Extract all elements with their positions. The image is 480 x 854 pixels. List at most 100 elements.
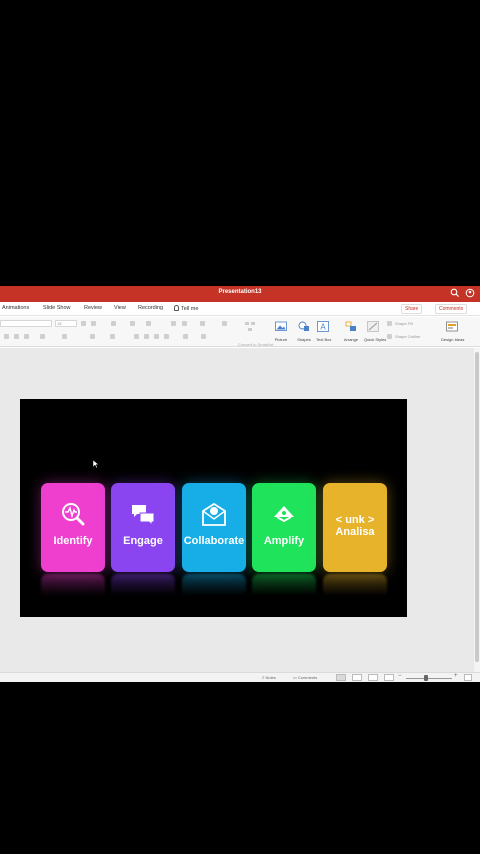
font-size-field[interactable]: 18 [55, 320, 77, 327]
comments-button[interactable]: Comments [435, 304, 468, 314]
notes-label: Notes [265, 675, 276, 680]
card-reflection [111, 574, 175, 596]
zoom-in-icon[interactable]: + [454, 673, 458, 679]
quick-styles-button[interactable]: Quick Styles [364, 319, 387, 343]
comments-label: Comments [439, 306, 464, 312]
tab-review[interactable]: Review [84, 305, 102, 311]
superscript-icon[interactable] [62, 334, 67, 339]
document-title: Presentation13 [218, 289, 262, 295]
status-bar: ≡ Notes ▭ Comments − + [0, 672, 480, 682]
underline-icon[interactable] [24, 334, 29, 339]
card-reflection [41, 574, 105, 596]
card-amplify[interactable]: Amplify [252, 483, 316, 572]
font-name-field[interactable] [0, 320, 52, 327]
shape-outline-label[interactable]: Shape Outline [395, 334, 420, 339]
decrease-font-icon[interactable] [91, 321, 96, 326]
mouse-cursor-icon [93, 460, 99, 468]
account-icon[interactable] [465, 288, 475, 298]
bullets-icon[interactable] [130, 321, 135, 326]
card-label-collaborate: Collaborate [183, 535, 245, 547]
svg-text:A: A [320, 323, 326, 332]
tab-animations[interactable]: Animations [2, 305, 29, 311]
justify-icon[interactable] [164, 334, 169, 339]
line-spacing-icon[interactable] [200, 321, 205, 326]
card-collaborate[interactable]: Collaborate [182, 483, 246, 572]
smartart-icon [245, 322, 255, 331]
indent-icon[interactable] [171, 321, 176, 326]
slide-sorter-view-icon[interactable] [352, 674, 362, 681]
convert-smartart-button[interactable]: Convert to SmartArt [238, 319, 274, 348]
ribbon-tabs: Animations Slide Show Review View Record… [0, 302, 480, 316]
design-ideas-icon [446, 321, 458, 332]
outdent-icon[interactable] [182, 321, 187, 326]
card-label-engage: Engage [123, 535, 163, 547]
picture-label: Picture [274, 337, 288, 342]
clear-format-icon[interactable] [111, 321, 116, 326]
text-direction-icon[interactable] [222, 321, 227, 326]
zoom-slider-knob[interactable] [424, 675, 428, 681]
shape-outline-icon[interactable] [387, 334, 392, 339]
chat-bubbles-icon [132, 505, 155, 527]
tab-view[interactable]: View [114, 305, 126, 311]
notes-toggle[interactable]: ≡ Notes [262, 675, 276, 680]
bold-icon[interactable] [4, 334, 9, 339]
align-text-icon[interactable] [201, 334, 206, 339]
italic-icon[interactable] [14, 334, 19, 339]
increase-font-icon[interactable] [81, 321, 86, 326]
arrange-icon [345, 321, 356, 331]
reading-view-icon[interactable] [368, 674, 378, 681]
slide-show-view-icon[interactable] [384, 674, 394, 681]
numbering-icon[interactable] [146, 321, 151, 326]
tab-slide-show[interactable]: Slide Show [43, 305, 71, 311]
shapes-label: Shapes [297, 337, 311, 342]
share-label: Share [405, 306, 419, 312]
shape-fill-icon[interactable] [387, 321, 392, 326]
normal-view-icon[interactable] [336, 674, 346, 681]
columns-icon[interactable] [183, 334, 188, 339]
mail-globe-icon [202, 502, 226, 526]
share-button[interactable]: Share [401, 304, 423, 314]
highlight-icon[interactable] [110, 334, 115, 339]
title-bar: Presentation13 [0, 286, 480, 302]
tell-me-search[interactable]: Tell me [174, 305, 198, 312]
text-box-button[interactable]: A Text Box [316, 319, 332, 343]
search-pulse-icon [62, 503, 85, 526]
scrollbar-thumb[interactable] [475, 352, 479, 662]
picture-button[interactable]: Picture [271, 319, 291, 343]
shapes-icon [298, 321, 309, 331]
tell-me-label: Tell me [181, 306, 199, 312]
megaphone-icon [274, 506, 294, 523]
align-left-icon[interactable] [134, 334, 139, 339]
ribbon-toolbar: 18 Convert to SmartArt Picture Shapes A … [0, 317, 480, 347]
arrange-button[interactable]: Arrange [340, 319, 362, 343]
font-color-icon[interactable] [90, 334, 95, 339]
quick-styles-label: Quick Styles [364, 337, 387, 342]
card-identify[interactable]: Identify [41, 483, 105, 572]
zoom-slider-track[interactable] [406, 677, 452, 679]
card-engage[interactable]: Engage [111, 483, 175, 572]
align-right-icon[interactable] [154, 334, 159, 339]
card-label-analisa: < unk > Analisa [335, 514, 375, 538]
picture-icon [275, 321, 287, 331]
text-box-label: Text Box [316, 337, 332, 342]
comments-toggle[interactable]: ▭ Comments [293, 675, 317, 680]
search-icon[interactable] [450, 288, 460, 298]
design-ideas-button[interactable]: Design Ideas [441, 319, 464, 343]
align-center-icon[interactable] [144, 334, 149, 339]
tab-recording[interactable]: Recording [138, 305, 163, 311]
text-box-icon: A [317, 321, 329, 332]
card-reflection [182, 574, 246, 596]
arrange-label: Arrange [343, 337, 359, 342]
quick-styles-icon [367, 321, 379, 332]
fit-slide-icon[interactable] [464, 674, 472, 681]
card-reflection [252, 574, 316, 596]
card-analisa[interactable]: < unk > Analisa [323, 483, 387, 572]
zoom-out-icon[interactable]: − [398, 673, 402, 679]
convert-smartart-label: Convert to SmartArt [238, 342, 274, 347]
strikethrough-icon[interactable] [40, 334, 45, 339]
vertical-scrollbar[interactable] [474, 348, 480, 672]
shape-fill-label[interactable]: Shape Fill [395, 321, 413, 326]
shapes-button[interactable]: Shapes [294, 319, 314, 343]
card-reflection [323, 574, 387, 596]
slide-canvas[interactable]: Identify Engage Collaborate Amplify < un… [20, 399, 407, 617]
